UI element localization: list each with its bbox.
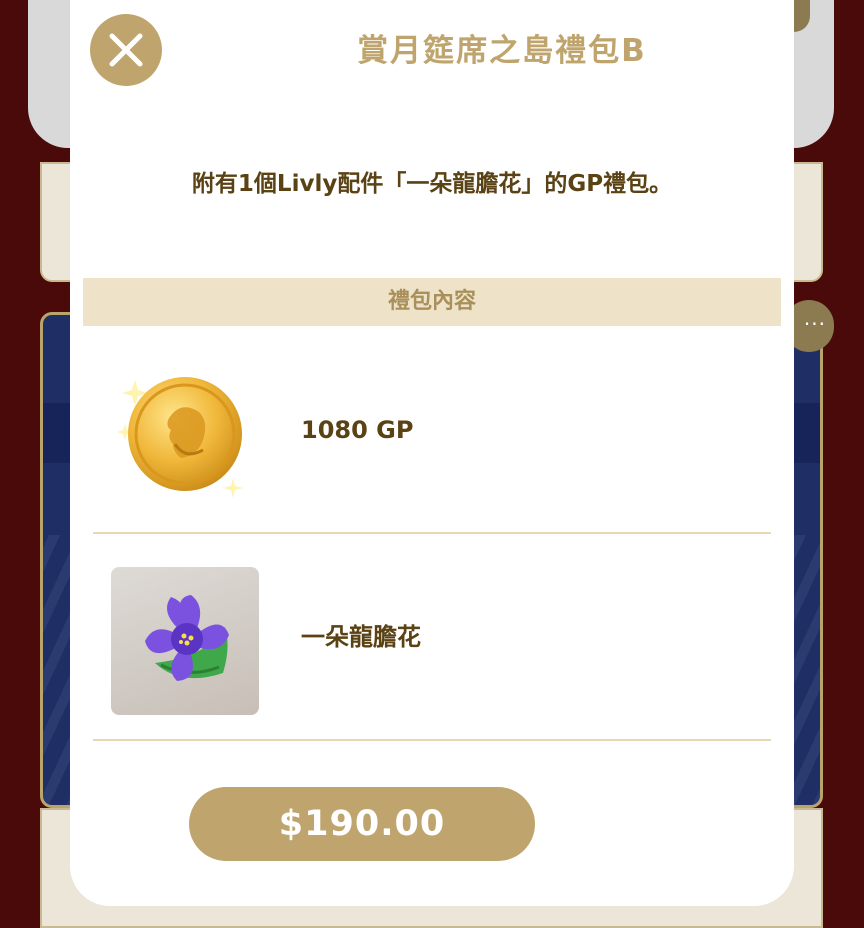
section-header-contents: 禮包內容 xyxy=(83,278,781,326)
pack-detail-dialog: 賞月筵席之島禮包B 附有1個Livly配件「一朵龍膽花」的GP禮包。 禮包內容 xyxy=(70,0,794,906)
list-item: 一朵龍膽花 xyxy=(93,535,771,741)
dialog-title: 賞月筵席之島禮包B xyxy=(357,33,647,69)
gold-coin-icon xyxy=(111,360,259,508)
item-name: 1080 GP xyxy=(301,416,414,444)
close-icon xyxy=(109,33,143,67)
gentian-flower-icon xyxy=(111,567,259,715)
dialog-description: 附有1個Livly配件「一朵龍膽花」的GP禮包。 xyxy=(191,171,673,197)
item-name: 一朵龍膽花 xyxy=(301,623,421,651)
close-button[interactable] xyxy=(90,14,162,86)
purchase-price-button[interactable]: $190.00 xyxy=(189,787,535,861)
list-item: 1080 GP xyxy=(93,328,771,534)
